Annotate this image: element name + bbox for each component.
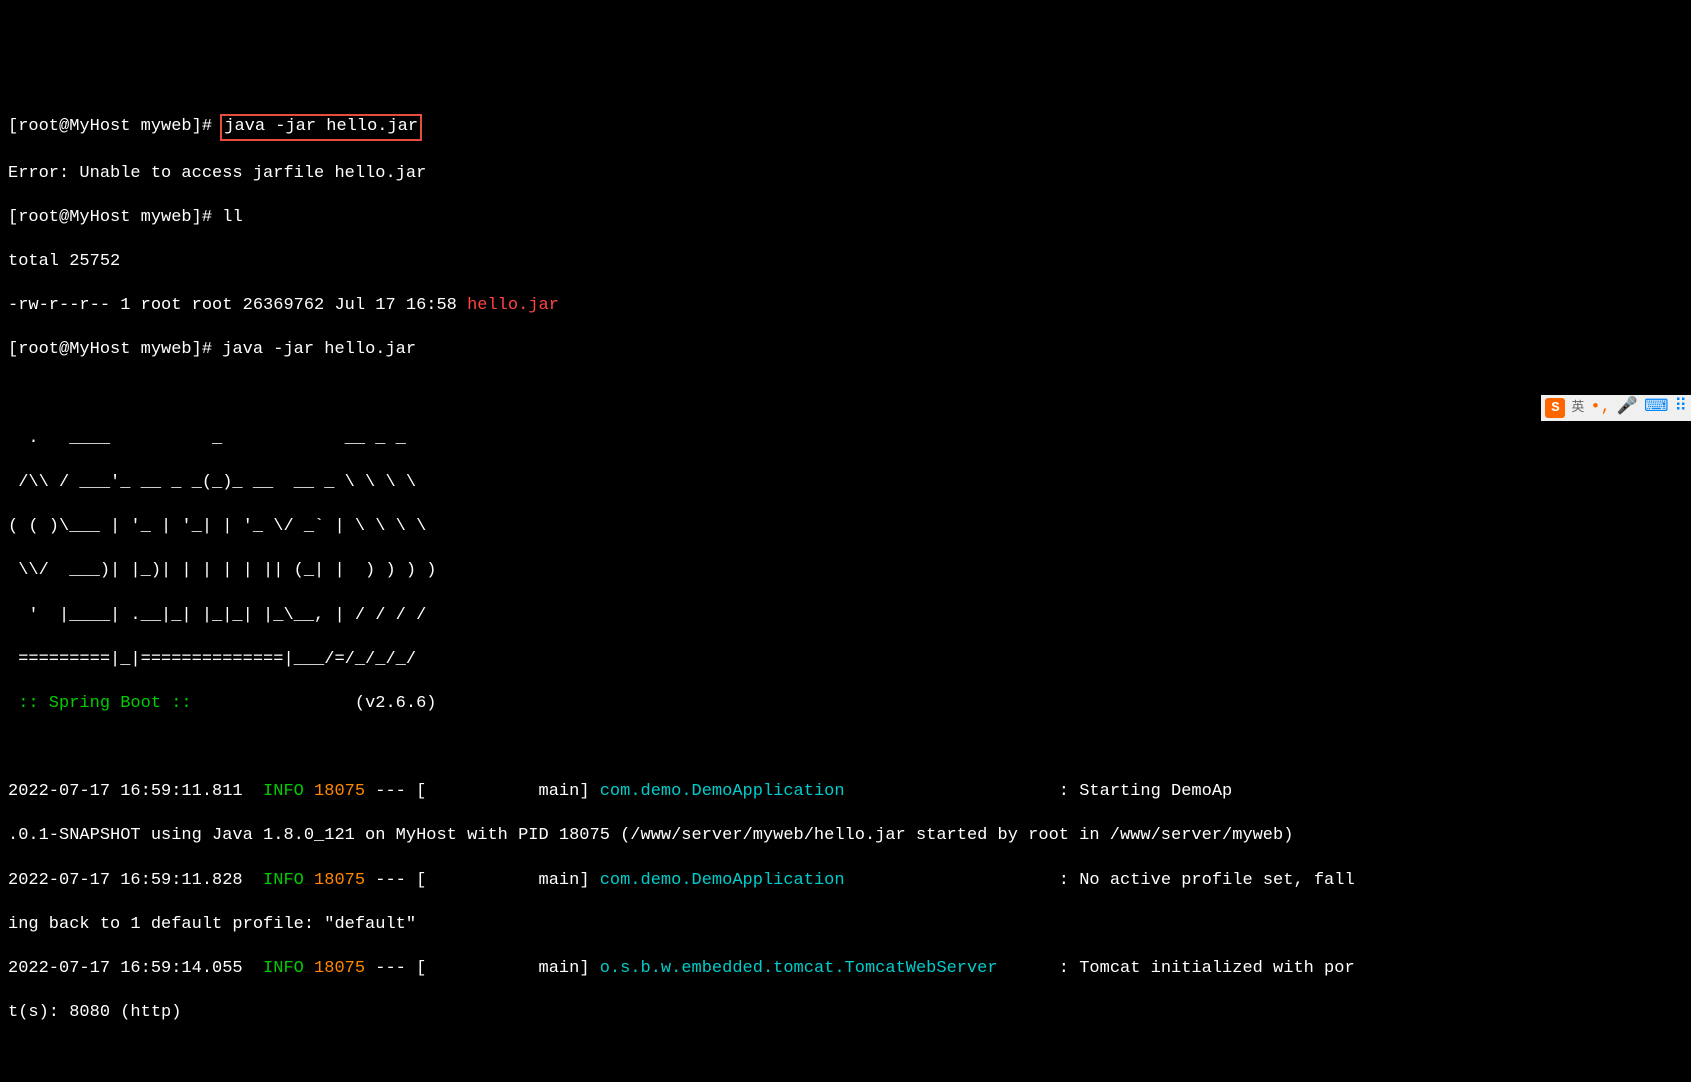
log-separator: --- [ main] bbox=[365, 959, 600, 978]
spring-boot-label: :: Spring Boot :: bbox=[8, 694, 202, 713]
log-separator: --- [ main] bbox=[365, 782, 600, 801]
log-level: INFO bbox=[263, 959, 304, 978]
spring-banner-line: ( ( )\___ | '_ | '_| | '_ \/ _` | \ \ \ … bbox=[8, 516, 1683, 538]
microphone-icon[interactable]: 🎤 bbox=[1617, 397, 1638, 419]
terminal-line: [root@MyHost myweb]# ll bbox=[8, 207, 1683, 229]
file-perms: -rw-r--r-- 1 root root 26369762 Jul 17 1… bbox=[8, 296, 467, 315]
log-message: : No active profile set, fall bbox=[1049, 871, 1355, 890]
log-class: com.demo.DemoApplication bbox=[600, 871, 845, 890]
log-line-continuation: .0.1-SNAPSHOT using Java 1.8.0_121 on My… bbox=[8, 825, 1683, 847]
log-pid: 18075 bbox=[304, 959, 365, 978]
log-pad bbox=[845, 782, 1049, 801]
spring-banner-line: \\/ ___)| |_)| | | | | || (_| | ) ) ) ) bbox=[8, 560, 1683, 582]
log-message: : Tomcat initialized with por bbox=[1049, 959, 1355, 978]
ime-logo-icon[interactable]: S bbox=[1545, 398, 1565, 418]
log-class: o.s.b.w.embedded.tomcat.TomcatWebServer bbox=[600, 959, 998, 978]
terminal-line: -rw-r--r-- 1 root root 26369762 Jul 17 1… bbox=[8, 295, 1683, 317]
terminal-line: total 25752 bbox=[8, 251, 1683, 273]
log-pid: 18075 bbox=[304, 871, 365, 890]
spring-banner-line: /\\ / ___'_ __ _ _(_)_ __ __ _ \ \ \ \ bbox=[8, 472, 1683, 494]
log-level: INFO bbox=[263, 871, 304, 890]
jar-filename: hello.jar bbox=[467, 296, 559, 315]
blank-line bbox=[8, 384, 1683, 406]
spring-banner-line: ' |____| .__|_| |_|_| |_\__, | / / / / bbox=[8, 605, 1683, 627]
log-separator: --- [ main] bbox=[365, 871, 600, 890]
log-class: com.demo.DemoApplication bbox=[600, 782, 845, 801]
log-line: 2022-07-17 16:59:11.828 INFO 18075 --- [… bbox=[8, 870, 1683, 892]
terminal-line: Error: Unable to access jarfile hello.ja… bbox=[8, 163, 1683, 185]
log-level: INFO bbox=[263, 782, 304, 801]
command-text: java -jar hello.jar bbox=[222, 340, 416, 359]
terminal-output: [root@MyHost myweb]# java -jar hello.jar… bbox=[8, 92, 1683, 1046]
spring-version: (v2.6.6) bbox=[202, 694, 437, 713]
log-timestamp: 2022-07-17 16:59:14.055 bbox=[8, 959, 263, 978]
blank-line bbox=[8, 737, 1683, 759]
ime-punctuation-icon[interactable]: •, bbox=[1590, 397, 1610, 419]
ime-language-label[interactable]: 英 bbox=[1571, 400, 1584, 417]
log-line: 2022-07-17 16:59:11.811 INFO 18075 --- [… bbox=[8, 781, 1683, 803]
log-pid: 18075 bbox=[304, 782, 365, 801]
log-pad bbox=[998, 959, 1049, 978]
log-pad bbox=[845, 871, 1049, 890]
terminal-line: [root@MyHost myweb]# java -jar hello.jar bbox=[8, 114, 1683, 140]
log-line: 2022-07-17 16:59:14.055 INFO 18075 --- [… bbox=[8, 958, 1683, 980]
spring-banner-line: =========|_|==============|___/=/_/_/_/ bbox=[8, 649, 1683, 671]
terminal-line: [root@MyHost myweb]# java -jar hello.jar bbox=[8, 339, 1683, 361]
log-timestamp: 2022-07-17 16:59:11.828 bbox=[8, 871, 263, 890]
log-message: : Starting DemoAp bbox=[1049, 782, 1233, 801]
keyboard-icon[interactable]: ⌨ bbox=[1644, 397, 1669, 419]
spring-banner-line: :: Spring Boot :: (v2.6.6) bbox=[8, 693, 1683, 715]
log-line-continuation: t(s): 8080 (http) bbox=[8, 1002, 1683, 1024]
log-timestamp: 2022-07-17 16:59:11.811 bbox=[8, 782, 263, 801]
prompt: [root@MyHost myweb]# bbox=[8, 117, 222, 136]
command-text: ll bbox=[222, 208, 242, 227]
menu-icon[interactable]: ⠿ bbox=[1675, 397, 1687, 419]
ime-toolbar[interactable]: S 英 •, 🎤 ⌨ ⠿ bbox=[1541, 395, 1691, 421]
spring-banner-line: . ____ _ __ _ _ bbox=[8, 428, 1683, 450]
prompt: [root@MyHost myweb]# bbox=[8, 340, 222, 359]
highlighted-command: java -jar hello.jar bbox=[220, 114, 422, 140]
log-line-continuation: ing back to 1 default profile: "default" bbox=[8, 914, 1683, 936]
prompt: [root@MyHost myweb]# bbox=[8, 208, 222, 227]
